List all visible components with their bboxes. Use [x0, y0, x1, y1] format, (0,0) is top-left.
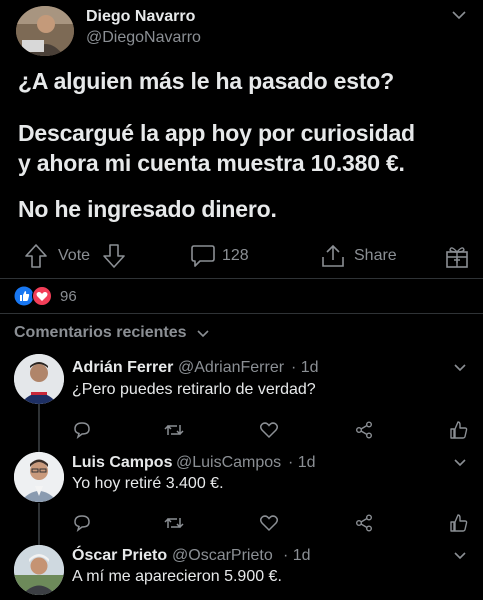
post-line-downloaded: Descargué la app hoy por curiosidad [18, 120, 415, 146]
heart-icon[interactable] [259, 421, 279, 439]
reply-icon[interactable] [73, 421, 91, 439]
post-line-balance: y ahora mi cuenta muestra 10.380 €. [18, 150, 405, 176]
comments-header[interactable]: Comentarios recientes [14, 324, 187, 342]
thumbs-up-icon[interactable] [449, 420, 469, 440]
reaction-count[interactable]: 96 [60, 288, 77, 305]
comment-time: · 1d [283, 547, 311, 564]
chevron-down-icon[interactable] [454, 458, 466, 467]
commenter-name[interactable]: Óscar Prieto [72, 547, 167, 565]
like-icon[interactable] [14, 286, 34, 306]
chevron-down-icon[interactable] [454, 551, 466, 560]
author-name[interactable]: Diego Navarro [86, 8, 195, 26]
reply-icon[interactable] [73, 514, 91, 532]
vote-label[interactable]: Vote [58, 247, 90, 265]
gift-icon[interactable] [445, 243, 469, 269]
downvote-arrow-icon[interactable] [102, 243, 126, 269]
commenter-name[interactable]: Luis Campos [72, 454, 172, 472]
commenter-handle[interactable]: @AdrianFerrer [178, 359, 284, 377]
comment-time: · 1d [291, 359, 319, 376]
chevron-down-icon[interactable] [454, 363, 466, 372]
commenter-handle[interactable]: @OscarPrieto [172, 547, 273, 565]
author-handle[interactable]: @DiegoNavarro [86, 29, 201, 47]
share-label[interactable]: Share [354, 247, 397, 265]
comment-count[interactable]: 128 [222, 247, 249, 265]
thread-line [38, 404, 40, 452]
comment-text: Yo hoy retiré 3.400 €. [72, 475, 224, 492]
comment-text: A mí me aparecieron 5.900 €. [72, 568, 282, 585]
post-line-no-deposit: No he ingresado dinero. [18, 196, 277, 222]
share-nodes-icon[interactable] [355, 421, 373, 439]
thumbs-up-icon[interactable] [449, 513, 469, 533]
love-icon[interactable] [32, 286, 52, 306]
commenter-avatar[interactable] [14, 545, 64, 595]
commenter-handle[interactable]: @LuisCampos [176, 454, 281, 472]
share-icon[interactable] [320, 243, 346, 269]
comment-text: ¿Pero puedes retirarlo de verdad? [72, 381, 316, 398]
commenter-avatar[interactable] [14, 452, 64, 502]
comment-bubble-icon[interactable] [190, 244, 216, 268]
upvote-arrow-icon[interactable] [24, 243, 48, 269]
post-line-question: ¿A alguien más le ha pasado esto? [18, 68, 394, 94]
share-nodes-icon[interactable] [355, 514, 373, 532]
thread-line [38, 503, 40, 545]
commenter-avatar[interactable] [14, 354, 64, 404]
commenter-name[interactable]: Adrián Ferrer [72, 359, 173, 377]
retweet-icon[interactable] [164, 514, 184, 532]
comment-time: · 1d [288, 454, 316, 471]
retweet-icon[interactable] [164, 421, 184, 439]
chevron-down-icon[interactable] [452, 10, 466, 20]
post-divider [0, 278, 483, 279]
heart-icon[interactable] [259, 514, 279, 532]
comments-sort-chevron-icon[interactable] [197, 329, 209, 338]
reactions-divider [0, 313, 483, 314]
author-avatar[interactable] [16, 6, 74, 56]
